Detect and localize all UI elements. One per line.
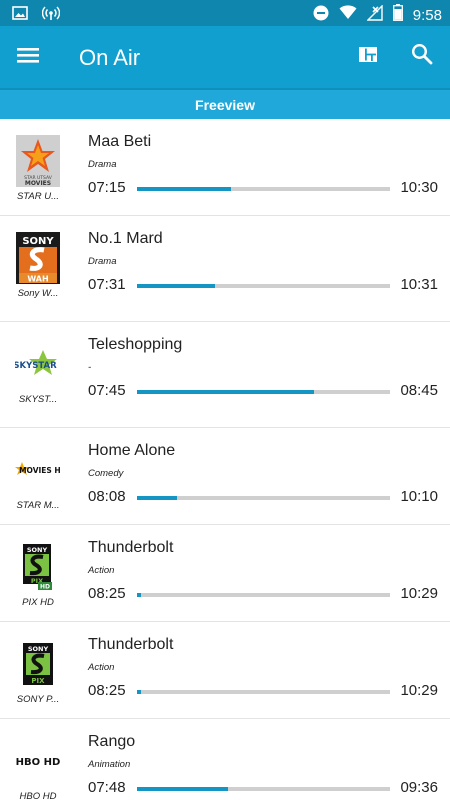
status-time: 9:58 <box>412 6 442 24</box>
progress-fill <box>137 187 231 191</box>
sony-pix-hd-logo-icon: SONY PIX HD <box>15 541 61 593</box>
search-button[interactable] <box>410 42 438 70</box>
battery-icon <box>392 4 403 26</box>
start-time: 07:31 <box>88 276 126 293</box>
svg-text:MOVIES HD: MOVIES HD <box>19 466 61 475</box>
end-time: 10:29 <box>400 585 438 602</box>
progress-fill <box>137 284 216 288</box>
progress-bar <box>137 187 390 191</box>
program-genre: Action <box>88 662 115 673</box>
end-time: 08:45 <box>400 382 438 399</box>
progress-bar <box>137 390 390 394</box>
program-title: Teleshopping <box>88 336 183 353</box>
svg-text:HBO HD: HBO HD <box>16 757 61 768</box>
star-movies-hd-logo-icon: MOVIES HD <box>15 444 61 496</box>
program-title: Maa Beti <box>88 133 152 150</box>
end-time: 10:10 <box>400 488 438 505</box>
list-item[interactable]: SONY WAH Sony W... No.1 Mard Drama 07:31… <box>0 216 450 322</box>
list-item[interactable]: SKYSTAR SKYST... Teleshopping - 07:45 08… <box>0 322 450 428</box>
channel-name: PIX HD <box>22 597 54 608</box>
layout-toggle-button[interactable] <box>357 43 385 71</box>
list-item[interactable]: HBO HD HBO HD Rango Animation 07:48 09:3… <box>0 719 450 800</box>
progress-bar <box>137 690 390 694</box>
program-title: Thunderbolt <box>88 636 174 653</box>
wifi-icon <box>339 5 357 25</box>
progress-bar <box>137 284 390 288</box>
program-genre: Drama <box>88 256 117 267</box>
progress-fill <box>137 787 229 791</box>
start-time: 07:15 <box>88 179 126 196</box>
channel-name: SKYST... <box>18 394 58 405</box>
page-title: On Air <box>79 45 141 70</box>
star-utsav-movies-logo-icon: STAR UTSAV MOVIES <box>15 135 61 187</box>
program-list: STAR UTSAV MOVIES STAR U... Maa Beti Dra… <box>0 119 450 800</box>
progress-bar <box>137 787 390 791</box>
sony-wah-logo-icon: SONY WAH <box>15 232 61 284</box>
svg-text:SONY: SONY <box>22 236 54 247</box>
svg-text:SONY: SONY <box>28 645 49 653</box>
end-time: 10:30 <box>400 179 438 196</box>
start-time: 08:08 <box>88 488 126 505</box>
list-item[interactable]: SONY PIX SONY P... Thunderbolt Action 08… <box>0 622 450 719</box>
no-signal-icon <box>366 3 383 26</box>
skystar-logo-icon: SKYSTAR <box>15 338 61 390</box>
program-genre: Animation <box>88 759 131 770</box>
search-icon <box>410 43 434 70</box>
channel-name: HBO HD <box>19 791 57 800</box>
end-time: 10:31 <box>400 276 438 293</box>
program-genre: Comedy <box>88 468 124 479</box>
provider-header[interactable]: Freeview <box>0 88 450 119</box>
progress-fill <box>137 593 141 597</box>
sony-pix-logo-icon: SONY PIX <box>15 638 61 690</box>
svg-text:HD: HD <box>40 584 50 591</box>
end-time: 10:29 <box>400 682 438 699</box>
channel-name: STAR U... <box>16 191 60 202</box>
list-item[interactable]: SONY PIX HD PIX HD Thunderbolt Action 08… <box>0 525 450 622</box>
start-time: 07:48 <box>88 779 126 796</box>
progress-fill <box>137 690 141 694</box>
program-title: Rango <box>88 733 136 750</box>
svg-text:SONY: SONY <box>27 546 48 554</box>
status-bar: 9:58 <box>0 0 450 26</box>
progress-fill <box>137 496 178 500</box>
svg-text:WAH: WAH <box>27 275 48 284</box>
start-time: 08:25 <box>88 585 126 602</box>
program-genre: Drama <box>88 159 117 170</box>
hotspot-icon <box>41 5 61 26</box>
progress-bar <box>137 593 390 597</box>
program-title: Thunderbolt <box>88 539 174 556</box>
layout-grid-icon <box>357 47 379 69</box>
start-time: 08:25 <box>88 682 126 699</box>
program-genre: Action <box>88 565 115 576</box>
provider-title: Freeview <box>195 96 255 113</box>
start-time: 07:45 <box>88 382 126 399</box>
hbo-hd-logo-icon: HBO HD <box>15 735 61 787</box>
program-title: Home Alone <box>88 442 176 459</box>
svg-text:MOVIES: MOVIES <box>25 180 51 187</box>
image-icon <box>12 6 28 25</box>
channel-name: STAR M... <box>16 500 60 511</box>
progress-bar <box>137 496 390 500</box>
progress-fill <box>137 390 315 394</box>
program-title: No.1 Mard <box>88 230 163 247</box>
do-not-disturb-icon <box>313 5 329 26</box>
list-item[interactable]: MOVIES HD STAR M... Home Alone Comedy 08… <box>0 428 450 525</box>
channel-name: SONY P... <box>16 694 60 705</box>
menu-button[interactable] <box>16 43 46 73</box>
end-time: 09:36 <box>400 779 438 796</box>
menu-icon <box>16 48 40 71</box>
program-genre: - <box>88 362 92 373</box>
app-bar: On Air <box>0 26 450 88</box>
list-item[interactable]: STAR UTSAV MOVIES STAR U... Maa Beti Dra… <box>0 119 450 216</box>
channel-name: Sony W... <box>17 288 59 299</box>
svg-text:PIX: PIX <box>31 677 45 685</box>
svg-text:SKYSTAR: SKYSTAR <box>15 361 57 371</box>
